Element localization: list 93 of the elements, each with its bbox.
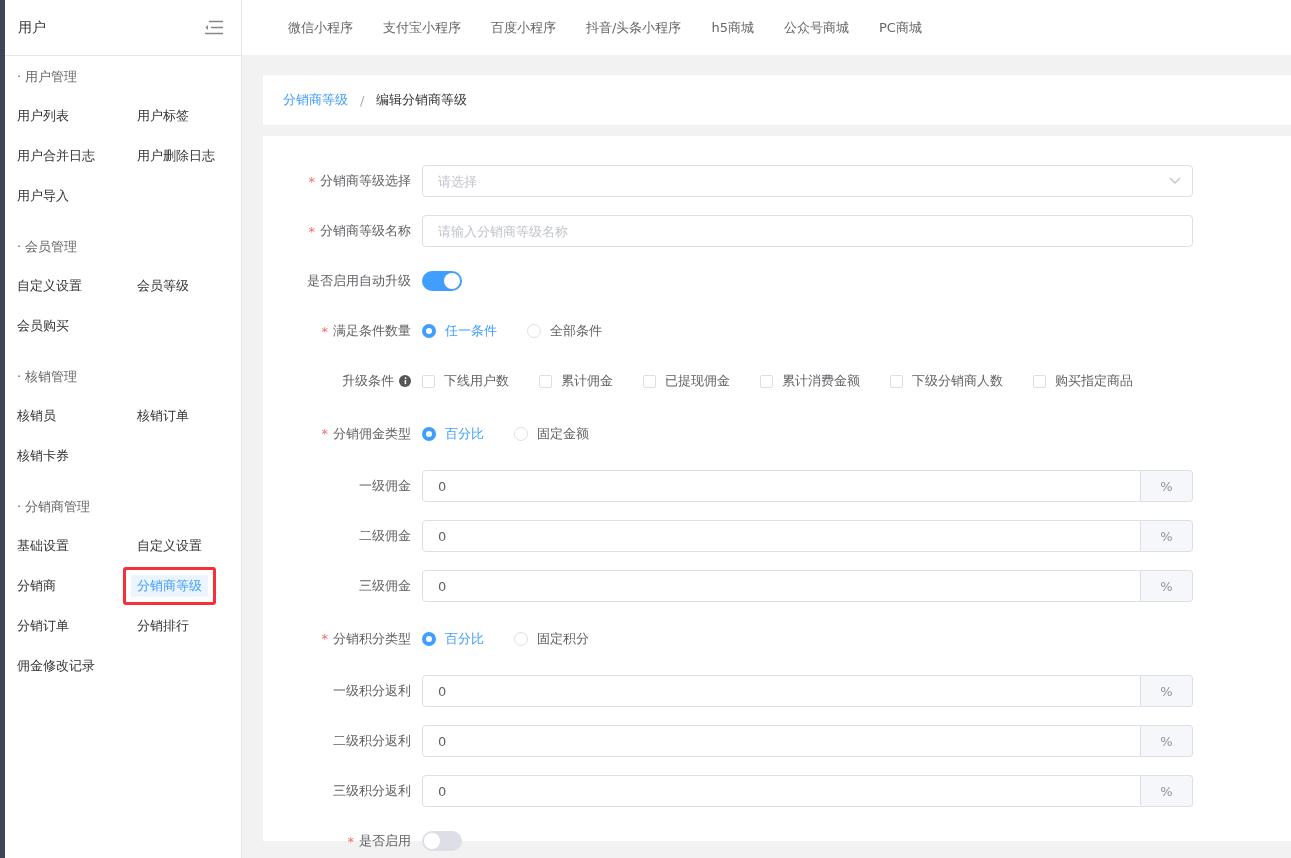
group-title: · 核销管理 [17, 368, 78, 386]
unit-suffix: % [1141, 775, 1193, 807]
toggle-switch[interactable] [422, 831, 462, 851]
platform-tab[interactable]: 微信小程序 [288, 18, 353, 37]
checkbox-label: 下级分销商人数 [912, 372, 1003, 390]
platform-tab[interactable]: h5商城 [711, 18, 754, 37]
sidebar-item[interactable]: 分销商 [3, 567, 70, 605]
sidebar-item[interactable]: 核销卡券 [3, 437, 83, 475]
number-input[interactable]: 0 [422, 570, 1141, 602]
option-label: 任一条件 [445, 322, 497, 340]
unit-suffix: % [1141, 570, 1193, 602]
option-label: 百分比 [445, 629, 484, 648]
radio-option[interactable]: 固定金额 [514, 424, 589, 443]
sidebar-item[interactable]: 自定义设置 [3, 267, 96, 305]
radio-option[interactable]: 全部条件 [527, 322, 602, 340]
sidebar-item[interactable]: 用户删除日志 [123, 137, 229, 175]
radio-option[interactable]: 固定积分 [514, 629, 589, 648]
field-label: 是否启用自动升级 [307, 272, 411, 290]
unit-suffix: % [1141, 725, 1193, 757]
platform-tab[interactable]: 公众号商城 [783, 18, 849, 37]
required-mark: * [308, 223, 315, 239]
option-label: 全部条件 [550, 322, 602, 340]
toggle-switch[interactable] [422, 271, 462, 291]
sidebar-item[interactable]: 会员购买 [3, 307, 83, 345]
checkbox[interactable] [539, 374, 552, 388]
field-label: 三级佣金 [359, 577, 411, 595]
unit-suffix: % [1141, 470, 1193, 502]
sidebar-item[interactable]: 核销员 [3, 397, 70, 435]
group-title: · 分销商管理 [17, 498, 91, 516]
breadcrumb-current: 编辑分销商等级 [376, 91, 468, 109]
field-label: 分销佣金类型 [333, 424, 411, 443]
platform-tab[interactable]: 百度小程序 [491, 18, 556, 37]
field-label: 分销商等级名称 [320, 222, 411, 240]
checkbox[interactable] [760, 374, 773, 388]
sidebar-item[interactable]: 分销订单 [3, 607, 83, 645]
checkbox-label: 下线用户数 [444, 372, 509, 390]
breadcrumb-separator: / [360, 92, 365, 108]
checkbox-label: 购买指定商品 [1055, 372, 1133, 390]
platform-tab[interactable]: 抖音/头条小程序 [586, 18, 682, 37]
platform-tab[interactable]: PC商城 [878, 18, 922, 37]
required-mark: * [321, 323, 328, 339]
sidebar-item[interactable]: 核销订单 [123, 397, 203, 435]
checkbox-label: 已提现佣金 [665, 372, 730, 390]
option-label: 固定积分 [537, 629, 589, 648]
number-input[interactable]: 0 [422, 520, 1141, 552]
field-label: 满足条件数量 [333, 322, 411, 340]
field-label: 二级佣金 [359, 527, 411, 545]
chevron-down-icon [1169, 177, 1181, 185]
sidebar-item[interactable]: 分销排行 [123, 607, 203, 645]
unit-suffix: % [1141, 675, 1193, 707]
sidebar-title: 用户 [18, 18, 46, 37]
radio-button[interactable] [422, 324, 436, 338]
sidebar-item[interactable]: 用户导入 [3, 177, 83, 215]
field-label: 升级条件 [342, 372, 394, 390]
checkbox[interactable] [422, 374, 435, 388]
field-label: 三级积分返利 [333, 782, 411, 800]
sidebar-item[interactable]: 佣金修改记录 [3, 647, 109, 685]
menu-icon[interactable] [205, 20, 223, 35]
required-mark: * [308, 173, 315, 189]
sidebar-item[interactable]: 基础设置 [3, 527, 83, 565]
number-input[interactable]: 0 [422, 725, 1141, 757]
checkbox[interactable] [1033, 374, 1046, 388]
number-input[interactable]: 0 [422, 775, 1141, 807]
field-label: 分销积分类型 [333, 629, 411, 648]
required-mark: * [321, 631, 328, 646]
sidebar-item[interactable]: 用户合并日志 [3, 137, 109, 175]
option-label: 百分比 [445, 424, 484, 443]
field-label: 一级佣金 [359, 477, 411, 495]
number-input[interactable]: 0 [422, 675, 1141, 707]
sidebar-item[interactable]: 会员等级 [123, 267, 203, 305]
field-label: 二级积分返利 [333, 732, 411, 750]
number-input[interactable]: 0 [422, 470, 1141, 502]
unit-suffix: % [1141, 520, 1193, 552]
input-field[interactable]: 请输入分销商等级名称 [422, 215, 1193, 247]
radio-button[interactable] [422, 631, 436, 646]
sidebar-item[interactable]: 用户标签 [123, 97, 203, 135]
checkbox-label: 累计消费金额 [782, 372, 860, 390]
group-title: · 会员管理 [17, 238, 78, 256]
platform-tab[interactable]: 支付宝小程序 [383, 18, 461, 37]
field-label: 是否启用 [359, 832, 411, 850]
checkbox[interactable] [643, 374, 656, 388]
select-field[interactable]: 请选择 [422, 165, 1193, 197]
field-label: 分销商等级选择 [320, 172, 411, 190]
sidebar-item[interactable]: 自定义设置 [123, 527, 216, 565]
group-title: · 用户管理 [17, 68, 78, 86]
radio-button[interactable] [422, 426, 436, 441]
checkbox-label: 累计佣金 [561, 372, 613, 390]
required-mark: * [321, 426, 328, 441]
checkbox[interactable] [890, 374, 903, 388]
option-label: 固定金额 [537, 424, 589, 443]
sidebar-item[interactable]: 用户列表 [3, 97, 83, 135]
required-mark: * [347, 833, 354, 849]
field-label: 一级积分返利 [333, 682, 411, 700]
